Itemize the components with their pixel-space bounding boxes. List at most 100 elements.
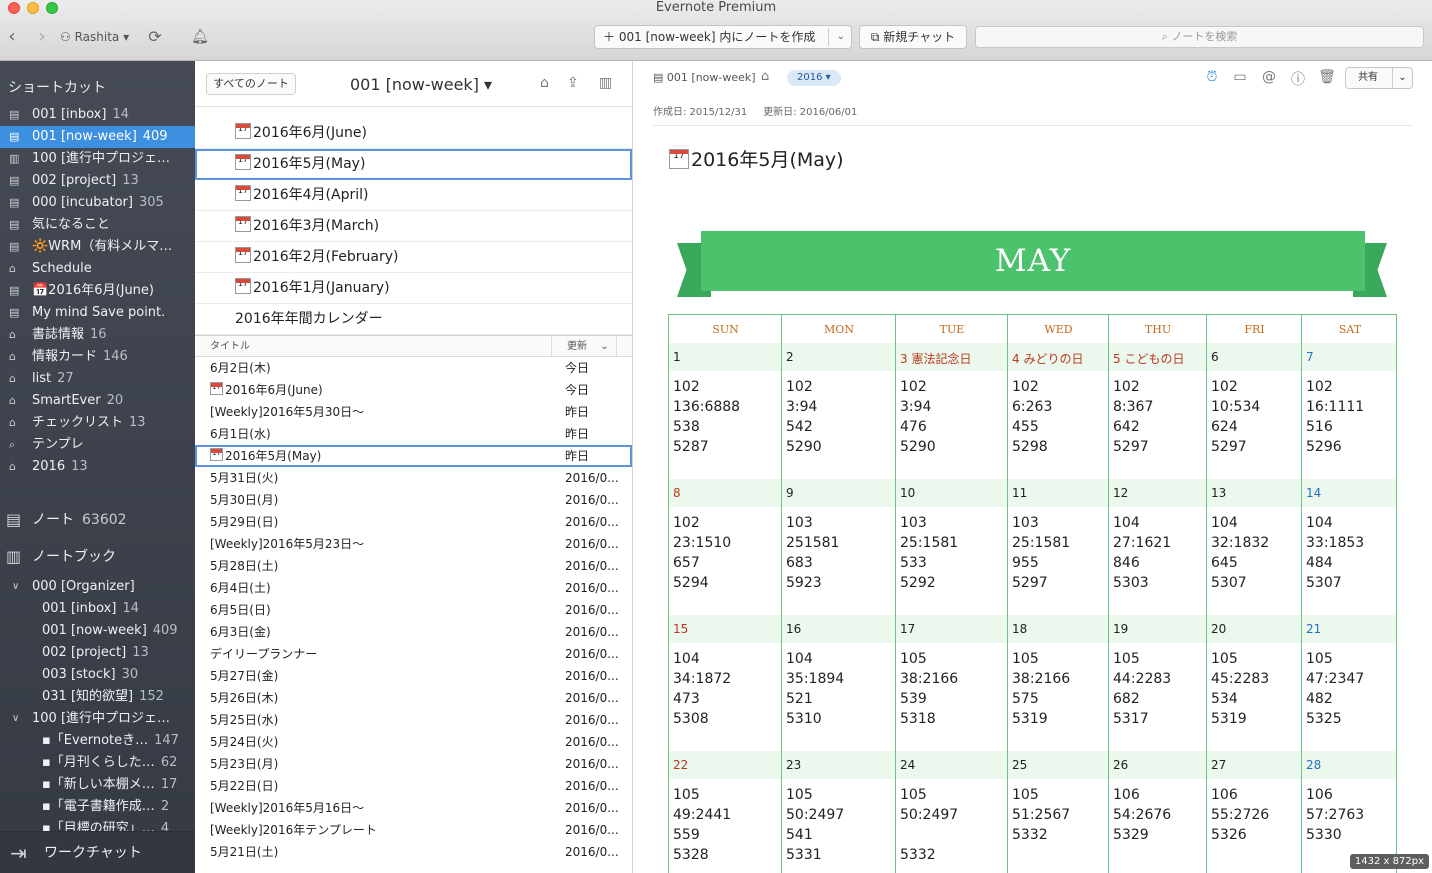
table-row[interactable]: 5月27日(金) 2016/0...	[195, 665, 632, 687]
calendar-day-cell[interactable]: 14 104 33:1853 484 5307	[1302, 479, 1396, 615]
calendar-day-cell[interactable]: 9 103 251581 683 5923	[782, 479, 896, 615]
calendar-day-cell[interactable]: 4 みどりの日 102 6:263 455 5298	[1008, 343, 1109, 479]
sync-icon[interactable]: ⟳	[144, 26, 166, 48]
chevron-down-icon[interactable]: ⌄	[837, 26, 845, 48]
sidebar-notes[interactable]: ▤ ノート 63602	[0, 507, 195, 533]
chevron-down-icon[interactable]: ⌄	[1392, 68, 1412, 88]
shortcut-item[interactable]: ▤ 📅2016年6月(June)	[0, 280, 195, 302]
new-note-button[interactable]: ＋ 001 [now-week] 内にノートを作成 ⌄	[594, 25, 852, 49]
calendar-day-cell[interactable]: 25 105 51:2567 5332	[1008, 751, 1109, 873]
table-row[interactable]: 17 2016年5月(May) 昨日	[195, 445, 632, 467]
calendar-day-cell[interactable]: 20 105 45:2283 534 5319	[1207, 615, 1302, 751]
table-row[interactable]: 5月31日(火) 2016/0...	[195, 467, 632, 489]
shortcut-item[interactable]: ▤ 002 [project] 13	[0, 170, 195, 192]
notebook-title-dropdown[interactable]: 001 [now-week] ▾	[350, 75, 492, 94]
title-column-header[interactable]: タイトル	[210, 336, 250, 357]
shortcut-item[interactable]: ⌂ Schedule	[0, 258, 195, 280]
shortcut-item[interactable]: ⌂ チェックリスト 13	[0, 412, 195, 434]
info-icon[interactable]: ⓘ	[1289, 69, 1307, 89]
table-row[interactable]: 6月5日(日) 2016/0...	[195, 599, 632, 621]
notebook-item[interactable]: ▪「Evernoteき… 147	[0, 730, 195, 752]
back-arrow-icon[interactable]: ‹	[4, 26, 20, 48]
table-row[interactable]: 6月1日(水) 昨日	[195, 423, 632, 445]
tag-pill[interactable]: 2016 ▾	[787, 70, 841, 86]
account-menu-button[interactable]: ⚇ Rashita ▾	[60, 26, 140, 48]
all-notes-button[interactable]: すべてのノート	[206, 73, 296, 95]
reminder-icon[interactable]: ⏰︎	[1203, 69, 1221, 85]
notebook-item[interactable]: 001 [inbox] 14	[0, 598, 195, 620]
updated-column-header[interactable]: 更新 ⌄	[551, 336, 617, 357]
export-icon[interactable]: ⇪	[567, 75, 579, 91]
trash-icon[interactable]: 🗑︎	[1318, 69, 1336, 85]
calendar-day-cell[interactable]: 18 105 38:2166 575 5319	[1008, 615, 1109, 751]
bell-icon[interactable]: 🔔︎	[190, 26, 210, 48]
shortcut-item[interactable]: ▤ 000 [incubator] 305	[0, 192, 195, 214]
shortcut-item[interactable]: ▤ 001 [now-week] 409	[0, 126, 195, 148]
notebook-breadcrumb[interactable]: ▤ 001 [now-week]	[653, 71, 756, 84]
notebook-item[interactable]: 031 [知的欲望] 152	[0, 686, 195, 708]
notebook-item[interactable]: ∨ 100 [進行中プロジェ…	[0, 708, 195, 730]
table-row[interactable]: 5月30日(月) 2016/0...	[195, 489, 632, 511]
shortcut-item[interactable]: ⌂ list 27	[0, 368, 195, 390]
notebook-item[interactable]: 001 [now-week] 409	[0, 620, 195, 642]
shortcut-item[interactable]: ⌂ 書誌情報 16	[0, 324, 195, 346]
calendar-day-cell[interactable]: 27 106 55:2726 5326	[1207, 751, 1302, 873]
note-card[interactable]: 17 2016年2月(February)	[195, 242, 632, 273]
table-row[interactable]: 5月28日(土) 2016/0...	[195, 555, 632, 577]
calendar-day-cell[interactable]: 3 憲法記念日 102 3:94 476 5290	[896, 343, 1008, 479]
calendar-day-cell[interactable]: 26 106 54:2676 5329	[1109, 751, 1207, 873]
new-chat-button[interactable]: ⧉ 新規チャット	[859, 25, 967, 49]
notebook-item[interactable]: 002 [project] 13	[0, 642, 195, 664]
shortcut-item[interactable]: ▤ 🔆WRM（有料メルマ…	[0, 236, 195, 258]
calendar-day-cell[interactable]: 10 103 25:1581 533 5292	[896, 479, 1008, 615]
lock-icon[interactable]: ⌂	[761, 69, 769, 84]
note-card[interactable]: 17 2016年3月(March)	[195, 211, 632, 242]
table-row[interactable]: 17 2016年6月(June) 今日	[195, 379, 632, 401]
forward-arrow-icon[interactable]: ›	[34, 26, 50, 48]
table-row[interactable]: [Weekly]2016年5月23日〜 2016/0...	[195, 533, 632, 555]
search-input[interactable]: ⌕ ノートを検索	[975, 26, 1424, 48]
table-row[interactable]: 6月2日(木) 今日	[195, 357, 632, 379]
shortcut-item[interactable]: ▥ 100 [進行中プロジェ…	[0, 148, 195, 170]
notebook-item[interactable]: ▪「電子書籍作成… 2	[0, 796, 195, 818]
table-row[interactable]: 5月25日(水) 2016/0...	[195, 709, 632, 731]
notebook-item[interactable]: ∨ 000 [Organizer]	[0, 576, 195, 598]
table-row[interactable]: 5月29日(日) 2016/0...	[195, 511, 632, 533]
share-button[interactable]: 共有 ⌄	[1345, 67, 1413, 89]
calendar-day-cell[interactable]: 15 104 34:1872 473 5308	[669, 615, 782, 751]
shortcut-item[interactable]: ▤ 気になること	[0, 214, 195, 236]
calendar-day-cell[interactable]: 22 105 49:2441 559 5328	[669, 751, 782, 873]
presentation-icon[interactable]: ▭	[1231, 69, 1249, 85]
sidebar-notebooks[interactable]: ▥ ノートブック	[0, 544, 195, 570]
chevron-down-icon[interactable]: ∨	[12, 576, 19, 598]
note-card[interactable]: 17 2016年1月(January)	[195, 273, 632, 304]
table-row[interactable]: 5月21日(土) 2016/0...	[195, 841, 632, 863]
calendar-day-cell[interactable]: 19 105 44:2283 682 5317	[1109, 615, 1207, 751]
chevron-down-icon[interactable]: ∨	[12, 708, 19, 730]
calendar-day-cell[interactable]: 2 102 3:94 542 5290	[782, 343, 896, 479]
note-card[interactable]: 17 2016年4月(April)	[195, 180, 632, 211]
at-icon[interactable]: @	[1260, 69, 1278, 85]
note-card[interactable]: 17 2016年6月(June)	[195, 118, 632, 149]
calendar-day-cell[interactable]: 11 103 25:1581 955 5297	[1008, 479, 1109, 615]
note-card[interactable]: 2016年年間カレンダー	[195, 304, 632, 335]
note-card[interactable]: 17 2016年5月(May)	[195, 149, 632, 180]
table-row[interactable]: 5月23日(月) 2016/0...	[195, 753, 632, 775]
calendar-day-cell[interactable]: 6 102 10:534 624 5297	[1207, 343, 1302, 479]
table-row[interactable]: 5月22日(日) 2016/0...	[195, 775, 632, 797]
shortcut-item[interactable]: ⌂ SmartEver 20	[0, 390, 195, 412]
notebook-item[interactable]: ▪「新しい本棚メ… 17	[0, 774, 195, 796]
table-row[interactable]: 5月26日(木) 2016/0...	[195, 687, 632, 709]
table-row[interactable]: 6月3日(金) 2016/0...	[195, 621, 632, 643]
calendar-day-cell[interactable]: 24 105 50:2497 5332	[896, 751, 1008, 873]
calendar-day-cell[interactable]: 5 こどもの日 102 8:367 642 5297	[1109, 343, 1207, 479]
calendar-day-cell[interactable]: 16 104 35:1894 521 5310	[782, 615, 896, 751]
calendar-day-cell[interactable]: 21 105 47:2347 482 5325	[1302, 615, 1396, 751]
calendar-day-cell[interactable]: 13 104 32:1832 645 5307	[1207, 479, 1302, 615]
table-row[interactable]: [Weekly]2016年テンプレート 2016/0...	[195, 819, 632, 841]
calendar-day-cell[interactable]: 17 105 38:2166 539 5318	[896, 615, 1008, 751]
shortcut-item[interactable]: ⌂ 情報カード 146	[0, 346, 195, 368]
notebook-item[interactable]: ▪「月刊くらした… 62	[0, 752, 195, 774]
shortcut-item[interactable]: ⌕ テンプレ	[0, 434, 195, 456]
table-row[interactable]: 6月4日(土) 2016/0...	[195, 577, 632, 599]
